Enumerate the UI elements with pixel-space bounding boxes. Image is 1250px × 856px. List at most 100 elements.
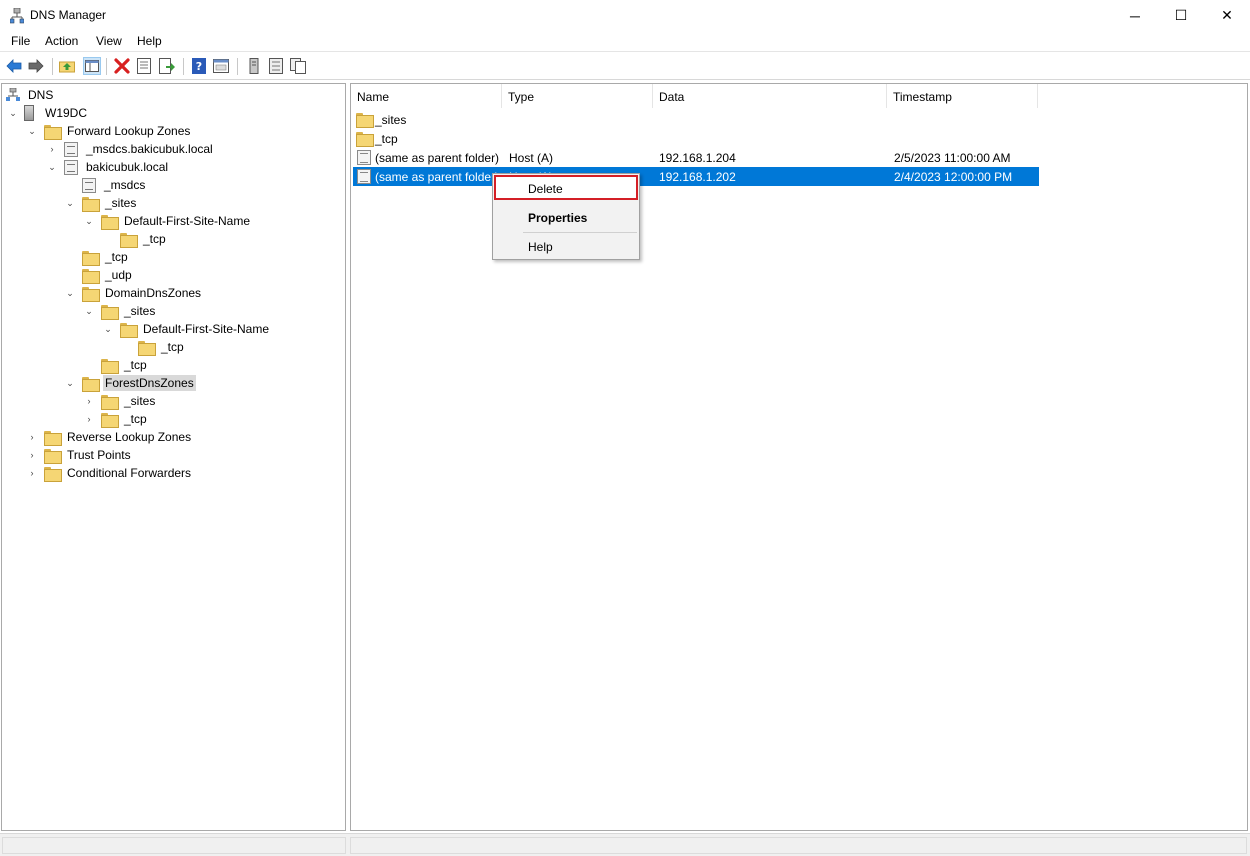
tree-node[interactable]: _tcp	[120, 230, 168, 248]
tree-node-label: _sites	[124, 304, 156, 318]
expand-chevron-icon[interactable]: ›	[27, 432, 37, 442]
folder-icon	[101, 304, 119, 320]
collapse-chevron-icon[interactable]: ⌄	[84, 216, 94, 226]
zone-icon	[64, 159, 78, 175]
status-bar	[0, 833, 1250, 856]
collapse-chevron-icon[interactable]: ⌄	[84, 306, 94, 316]
folder-icon	[82, 286, 100, 302]
tree-node[interactable]: _tcp	[101, 356, 149, 374]
host-record-icon	[357, 150, 371, 165]
record-list-icon[interactable]	[267, 57, 285, 75]
zone-icon	[64, 141, 78, 157]
expand-chevron-icon[interactable]: ›	[84, 414, 94, 424]
folder-icon	[101, 214, 119, 230]
export-list-icon[interactable]	[158, 57, 176, 75]
up-folder-icon[interactable]	[58, 57, 76, 75]
tree-node-label: _msdcs.bakicubuk.local	[86, 142, 213, 156]
toolbar-separator	[106, 58, 107, 75]
tree-node[interactable]: Reverse Lookup Zones	[44, 428, 193, 446]
menu-action[interactable]: Action	[45, 34, 78, 48]
collapse-chevron-icon[interactable]: ⌄	[65, 378, 75, 388]
close-button[interactable]: ✕	[1204, 0, 1250, 31]
collapse-chevron-icon[interactable]: ⌄	[47, 162, 57, 172]
menu-file[interactable]: File	[11, 34, 30, 48]
context-menu-properties[interactable]: Properties	[494, 204, 638, 229]
status-cell	[2, 837, 346, 854]
delete-icon[interactable]	[113, 57, 131, 75]
collapse-chevron-icon[interactable]: ⌄	[8, 108, 18, 118]
folder-icon	[82, 376, 100, 392]
folder-icon	[44, 448, 62, 464]
context-menu-delete[interactable]: Delete	[494, 175, 638, 200]
copy-icon[interactable]	[289, 57, 307, 75]
tree-node[interactable]: Forward Lookup Zones	[44, 122, 192, 140]
forward-arrow-icon[interactable]	[27, 57, 45, 75]
folder-icon	[120, 232, 138, 248]
tree-node[interactable]: _tcp	[82, 248, 130, 266]
tree-node-label: _tcp	[124, 358, 147, 372]
list-item[interactable]: _tcp	[353, 129, 1039, 148]
collapse-chevron-icon[interactable]: ⌄	[65, 198, 75, 208]
column-header-name[interactable]: Name	[351, 84, 502, 108]
record-timestamp: 2/5/2023 11:00:00 AM	[894, 151, 1011, 165]
console-tree[interactable]: DNS ⌄ W19DC ⌄ Forward Lookup Zones › _msdcs.ba…	[1, 83, 346, 831]
folder-icon	[44, 466, 62, 482]
tree-node-label: Trust Points	[67, 448, 131, 462]
expand-chevron-icon[interactable]: ›	[47, 144, 57, 154]
tree-node[interactable]: Conditional Forwarders	[44, 464, 193, 482]
tree-node[interactable]: Default-First-Site-Name	[120, 320, 271, 338]
maximize-button[interactable]: ☐	[1158, 0, 1204, 31]
show-hide-tree-icon[interactable]	[83, 57, 101, 75]
tree-node[interactable]: _msdcs	[82, 176, 147, 194]
properties-icon[interactable]	[135, 57, 153, 75]
tree-node-label: Default-First-Site-Name	[124, 214, 251, 228]
tree-node[interactable]: _msdcs.bakicubuk.local	[64, 140, 215, 158]
folder-icon	[356, 132, 374, 147]
minimize-button[interactable]: ─	[1112, 0, 1158, 31]
table-row[interactable]: (same as parent folder) Host (A) 192.168…	[353, 148, 1039, 167]
tree-node[interactable]: _tcp	[138, 338, 186, 356]
table-row-selected[interactable]: (same as parent folder) Host (A) 192.168…	[353, 167, 1039, 186]
console-icon[interactable]	[212, 57, 230, 75]
collapse-chevron-icon[interactable]: ⌄	[103, 324, 113, 334]
tree-node-label: W19DC	[45, 106, 88, 120]
tree-node[interactable]: _sites	[101, 302, 157, 320]
tree-node[interactable]: bakicubuk.local	[64, 158, 170, 176]
tree-node-label: _tcp	[105, 250, 128, 264]
tree-node[interactable]: ForestDnsZones	[82, 374, 196, 392]
context-menu-help[interactable]: Help	[494, 233, 638, 258]
expand-chevron-icon[interactable]: ›	[84, 396, 94, 406]
tree-node-label: ForestDnsZones	[103, 375, 196, 391]
svg-text:?: ?	[196, 60, 202, 73]
tree-node[interactable]: DNS	[6, 86, 55, 104]
dns-manager-app-icon	[10, 8, 24, 24]
menu-help[interactable]: Help	[137, 34, 162, 48]
tree-node[interactable]: _udp	[82, 266, 134, 284]
toolbar-separator	[237, 58, 238, 75]
results-list[interactable]: Name Type Data Timestamp _sites _tcp (sa…	[350, 83, 1248, 831]
tree-node[interactable]: _sites	[82, 194, 138, 212]
tree-node[interactable]: _tcp	[101, 410, 149, 428]
folder-icon	[138, 340, 156, 356]
column-header-timestamp[interactable]: Timestamp	[887, 84, 1038, 108]
help-icon[interactable]: ?	[190, 57, 208, 75]
tree-node[interactable]: Trust Points	[44, 446, 133, 464]
expand-chevron-icon[interactable]: ›	[27, 468, 37, 478]
folder-icon	[356, 113, 374, 128]
expand-chevron-icon[interactable]: ›	[27, 450, 37, 460]
tree-node[interactable]: _sites	[101, 392, 157, 410]
column-header-data[interactable]: Data	[653, 84, 887, 108]
menu-view[interactable]: View	[96, 34, 122, 48]
tree-node[interactable]: DomainDnsZones	[82, 284, 203, 302]
toolbar: ?	[0, 53, 1250, 80]
list-item[interactable]: _sites	[353, 110, 1039, 129]
folder-icon	[101, 358, 119, 374]
collapse-chevron-icon[interactable]: ⌄	[65, 288, 75, 298]
back-arrow-icon[interactable]	[5, 57, 23, 75]
tree-node[interactable]: Default-First-Site-Name	[101, 212, 252, 230]
server-list-icon[interactable]	[245, 57, 263, 75]
column-header-type[interactable]: Type	[502, 84, 653, 108]
folder-icon	[44, 124, 62, 140]
collapse-chevron-icon[interactable]: ⌄	[27, 126, 37, 136]
tree-node[interactable]: W19DC	[24, 104, 89, 122]
